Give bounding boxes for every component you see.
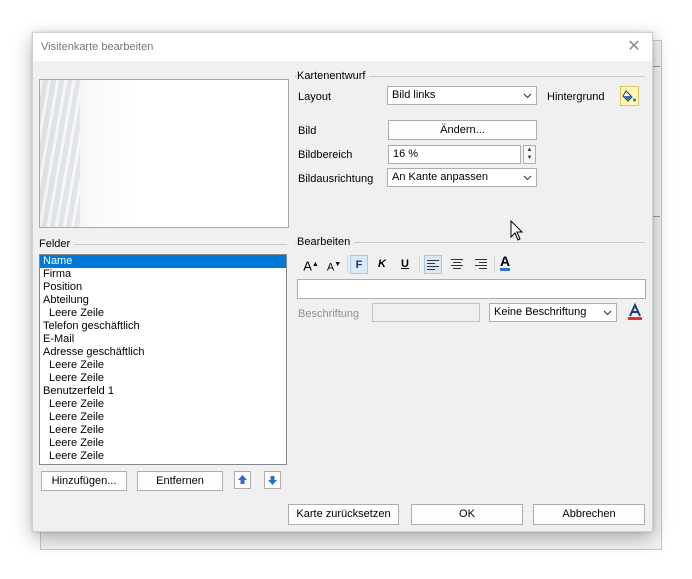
background-label: Hintergrund <box>547 91 605 103</box>
chevron-down-icon <box>523 169 532 192</box>
field-list-item[interactable]: Name <box>40 255 286 268</box>
field-list-item[interactable]: Adresse geschäftlich <box>40 346 286 359</box>
field-list-item[interactable]: Firma <box>40 268 286 281</box>
layout-select[interactable]: Bild links <box>387 86 537 105</box>
field-list-item[interactable]: Abteilung <box>40 294 286 307</box>
caption-font-color-icon <box>628 302 642 320</box>
reset-card-button[interactable]: Karte zurücksetzen <box>288 504 399 525</box>
ok-button[interactable]: OK <box>411 504 523 525</box>
layout-label: Layout <box>298 91 332 103</box>
card-preview <box>39 79 289 228</box>
fields-group-line <box>39 244 287 245</box>
field-list-item[interactable]: Leere Zeile <box>40 372 286 385</box>
field-list-item[interactable]: Leere Zeile <box>40 424 286 437</box>
field-list-item[interactable]: Leere Zeile <box>40 359 286 372</box>
image-label: Bild <box>298 125 317 137</box>
bold-button[interactable]: F <box>350 255 368 274</box>
italic-icon: K <box>378 258 386 270</box>
field-list-item[interactable]: Leere Zeile <box>40 411 286 424</box>
caption-mode-select[interactable]: Keine Beschriftung <box>489 303 617 322</box>
toolbar-separator <box>494 255 495 273</box>
underline-icon: U <box>401 258 409 270</box>
arrow-down-icon <box>268 476 277 485</box>
chevron-down-icon <box>603 304 612 327</box>
field-list-item[interactable]: Telefon geschäftlich <box>40 320 286 333</box>
caption-color-button[interactable] <box>625 302 645 323</box>
image-alignment-value: An Kante anpassen <box>392 171 489 183</box>
align-right-button[interactable] <box>472 255 490 274</box>
toolbar-separator <box>419 255 420 273</box>
grow-font-button[interactable]: A▲ <box>302 255 320 274</box>
italic-button[interactable]: K <box>373 255 391 274</box>
underline-button[interactable]: U <box>396 255 414 274</box>
align-left-button[interactable] <box>424 255 442 274</box>
align-left-icon <box>427 260 439 270</box>
caption-mode-value: Keine Beschriftung <box>494 306 587 318</box>
field-list-item[interactable]: Leere Zeile <box>40 437 286 450</box>
caption-input[interactable] <box>372 303 480 322</box>
title-bar: Visitenkarte bearbeiten ✕ <box>33 33 652 61</box>
grow-font-icon: A <box>303 258 312 274</box>
fields-list[interactable]: Name Firma Position Abteilung Leere Zeile Tel… <box>39 254 287 465</box>
image-alignment-select[interactable]: An Kante anpassen <box>387 168 537 187</box>
add-field-button[interactable]: Hinzufügen... <box>41 471 127 491</box>
image-area-input[interactable]: 16 % <box>388 145 521 164</box>
caption-label: Beschriftung <box>298 308 360 320</box>
bold-icon: F <box>355 259 363 271</box>
shrink-font-button[interactable]: A▼ <box>325 255 343 274</box>
move-down-button[interactable] <box>264 471 281 489</box>
align-right-icon <box>475 259 487 269</box>
card-preview-image <box>40 80 80 227</box>
change-image-button[interactable]: Ändern... <box>388 120 537 140</box>
fields-group-label: Felder <box>39 238 75 250</box>
paint-bucket-icon <box>622 90 636 102</box>
image-alignment-label: Bildausrichtung <box>298 173 374 185</box>
edit-business-card-dialog: Visitenkarte bearbeiten ✕ Kartenentwurf … <box>32 32 653 532</box>
image-area-label: Bildbereich <box>298 149 353 161</box>
remove-field-button[interactable]: Entfernen <box>137 471 223 491</box>
field-list-item[interactable]: Leere Zeile <box>40 307 286 320</box>
dialog-title: Visitenkarte bearbeiten <box>41 41 154 53</box>
background-fill-button[interactable] <box>620 86 639 106</box>
design-group-label: Kartenentwurf <box>297 70 370 82</box>
arrow-up-icon <box>238 475 247 484</box>
cancel-button[interactable]: Abbrechen <box>533 504 645 525</box>
font-color-icon: A <box>499 253 511 271</box>
align-center-button[interactable] <box>448 255 466 274</box>
layout-select-value: Bild links <box>392 89 436 101</box>
field-list-item[interactable]: Leere Zeile <box>40 398 286 411</box>
field-text-input[interactable] <box>297 279 646 299</box>
edit-group-label: Bearbeiten <box>297 236 355 248</box>
field-list-item[interactable]: Position <box>40 281 286 294</box>
chevron-down-icon <box>523 87 532 110</box>
close-button[interactable]: ✕ <box>622 36 646 58</box>
toolbar-separator <box>347 255 348 273</box>
align-center-icon <box>451 259 463 269</box>
image-area-spinner[interactable]: ▲ ▼ <box>523 145 536 164</box>
field-list-item[interactable]: Leere Zeile <box>40 450 286 463</box>
spin-down-icon[interactable]: ▼ <box>524 154 535 162</box>
spin-up-icon[interactable]: ▲ <box>524 146 535 154</box>
field-list-item[interactable]: E-Mail <box>40 333 286 346</box>
move-up-button[interactable] <box>234 471 251 489</box>
font-color-button[interactable]: A <box>496 254 514 273</box>
mouse-cursor-icon <box>510 219 524 245</box>
field-list-item[interactable]: Benutzerfeld 1 <box>40 385 286 398</box>
